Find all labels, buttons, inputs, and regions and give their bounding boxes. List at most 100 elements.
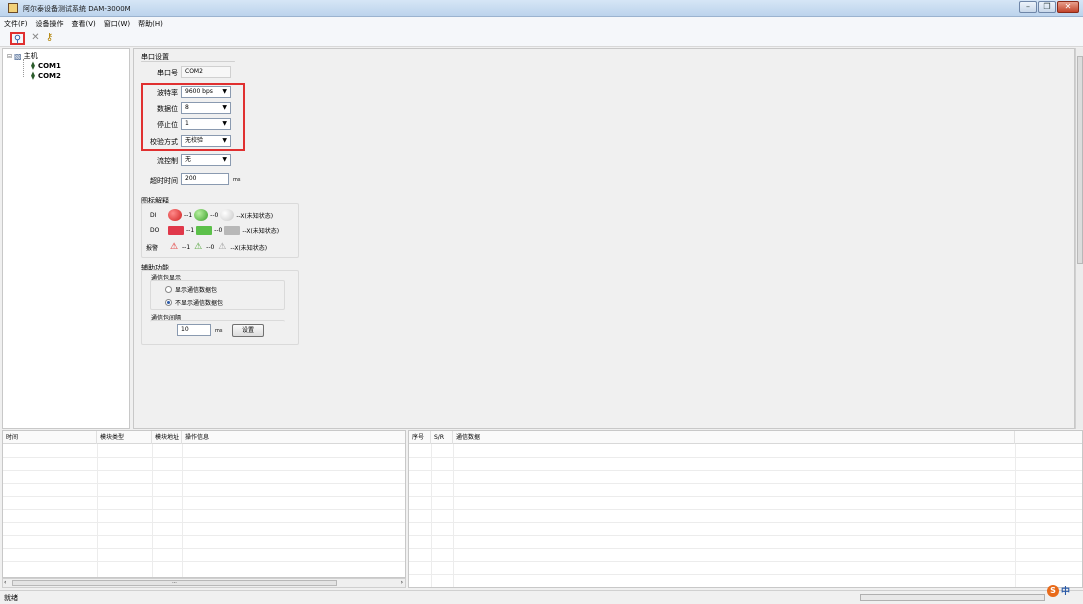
menu-window[interactable]: 窗口(W) xyxy=(104,19,130,29)
timeout-input[interactable]: 200 xyxy=(181,173,229,185)
tree-node-com2[interactable]: ⧫ COM2 xyxy=(31,71,61,80)
row-divider xyxy=(3,548,405,549)
toolbar: ⚲ ✕ ⚷ xyxy=(0,30,1083,47)
app-icon xyxy=(8,3,18,13)
sogou-icon: S xyxy=(1047,584,1059,597)
scroll-thumb[interactable] xyxy=(1077,56,1083,264)
menu-file[interactable]: 文件(F) xyxy=(4,19,28,29)
collapse-icon[interactable]: ⊟ xyxy=(7,53,12,60)
tree-connector xyxy=(23,59,24,77)
row-divider xyxy=(409,470,1082,471)
col-seq[interactable]: 序号 xyxy=(409,431,431,444)
alarm-on-icon: ⚠ xyxy=(169,242,179,252)
window-title: 阿尔泰设备测试系统 DAM-3000M xyxy=(23,5,131,13)
legend-zero: --0 xyxy=(210,211,219,219)
port-field: COM2 xyxy=(181,66,231,78)
alarm-off-icon: ⚠ xyxy=(194,242,203,252)
green-rect-icon xyxy=(196,226,213,235)
row-divider xyxy=(3,483,405,484)
column-divider xyxy=(152,444,153,577)
col-comm-data[interactable]: 通信数据 xyxy=(453,431,1015,444)
tree-node-com1[interactable]: ⧫ COM1 xyxy=(31,61,61,70)
radio-circle xyxy=(165,286,172,293)
alarm-label: 报警 xyxy=(146,245,159,252)
ime-indicator[interactable]: S 中 xyxy=(1047,584,1070,597)
col-sr[interactable]: S/R xyxy=(431,431,453,444)
row-divider xyxy=(409,522,1082,523)
legend-zero: --0 xyxy=(214,227,223,234)
port-icon: ⧫ xyxy=(31,71,35,80)
column-divider xyxy=(182,444,183,577)
set-button[interactable]: 设置 xyxy=(232,324,264,337)
flow-value: 无 xyxy=(185,156,192,163)
legend-do-row: DO --1 --0 --X(未知状态) xyxy=(150,226,279,235)
red-led-icon xyxy=(168,209,182,221)
gray-rect-icon xyxy=(224,226,241,235)
restore-button[interactable]: ❐ xyxy=(1038,1,1056,13)
hide-packets-radio[interactable]: 不显示通信数据包 xyxy=(165,298,223,307)
red-rect-icon xyxy=(168,226,184,235)
scroll-left-icon[interactable]: ‹ xyxy=(4,579,6,586)
interval-unit: ms xyxy=(215,328,223,334)
highlight-frame xyxy=(141,83,245,151)
key-icon[interactable]: ⚷ xyxy=(42,32,57,45)
column-divider xyxy=(1015,444,1016,587)
timeout-label: 超时时间 xyxy=(150,177,178,185)
menu-device[interactable]: 设备操作 xyxy=(36,19,64,29)
port-label: 串口号 xyxy=(157,69,178,77)
column-divider xyxy=(97,444,98,577)
row-divider xyxy=(409,496,1082,497)
status-text: 就绪 xyxy=(4,594,18,602)
di-label: DI xyxy=(150,211,157,219)
flow-select[interactable]: 无 ▼ xyxy=(181,154,231,166)
close-window-button[interactable]: ✕ xyxy=(1057,1,1079,13)
legend-alarm-row: 报警 ⚠ --1 ⚠ --0 ⚠ --X(未知状态) xyxy=(146,242,267,253)
interval-input[interactable]: 10 xyxy=(177,324,211,336)
port-icon: ⧫ xyxy=(31,61,35,70)
close-icon[interactable]: ✕ xyxy=(28,32,43,45)
tree-root-label: 主机 xyxy=(23,52,38,60)
dropdown-arrow-icon: ▼ xyxy=(222,156,227,163)
radio-circle xyxy=(165,299,172,306)
row-divider xyxy=(409,548,1082,549)
col-module-type[interactable]: 模块类型 xyxy=(97,431,152,444)
timeout-unit: ms xyxy=(233,177,241,183)
legend-one: --1 xyxy=(186,227,195,234)
flow-label: 流控制 xyxy=(157,157,178,165)
log-table: 时间 模块类型 模块地址 操作信息 xyxy=(2,430,406,578)
col-module-address[interactable]: 模块地址 xyxy=(152,431,182,444)
search-icon[interactable]: ⚲ xyxy=(10,32,25,45)
ime-mode: 中 xyxy=(1061,587,1071,597)
row-divider xyxy=(409,509,1082,510)
row-divider xyxy=(3,509,405,510)
legend-zero: --0 xyxy=(206,244,215,251)
vertical-scrollbar[interactable] xyxy=(1075,48,1083,429)
row-divider xyxy=(409,535,1082,536)
legend-one: --1 xyxy=(182,244,191,251)
row-divider xyxy=(409,457,1082,458)
minimize-button[interactable]: – xyxy=(1019,1,1037,13)
column-divider xyxy=(453,444,454,587)
do-label: DO xyxy=(150,227,160,234)
gray-led-icon xyxy=(220,209,235,221)
scroll-right-icon[interactable]: › xyxy=(401,579,403,586)
row-divider xyxy=(3,561,405,562)
horizontal-scrollbar[interactable]: ‹ ··· › xyxy=(2,578,406,588)
tree-node-label: COM1 xyxy=(37,61,61,70)
col-time[interactable]: 时间 xyxy=(3,431,97,444)
menu-bar: 文件(F) 设备操作 查看(V) 窗口(W) 帮助(H) xyxy=(0,17,1083,30)
legend-unknown: --X(未知状态) xyxy=(236,212,274,220)
comm-table: 序号 S/R 通信数据 xyxy=(408,430,1083,588)
row-divider xyxy=(3,535,405,536)
green-led-icon xyxy=(194,209,209,221)
menu-help[interactable]: 帮助(H) xyxy=(138,19,163,29)
status-bar: 就绪 xyxy=(0,590,1083,604)
col-operation-info[interactable]: 操作信息 xyxy=(182,431,405,444)
legend-unknown: --X(未知状态) xyxy=(242,228,280,235)
row-divider xyxy=(3,457,405,458)
show-packets-radio[interactable]: 显示通信数据包 xyxy=(165,285,217,294)
progress-bar xyxy=(860,594,1045,601)
legend-unknown: --X(未知状态) xyxy=(230,245,268,252)
scroll-thumb[interactable]: ··· xyxy=(12,580,337,586)
menu-view[interactable]: 查看(V) xyxy=(72,19,96,29)
